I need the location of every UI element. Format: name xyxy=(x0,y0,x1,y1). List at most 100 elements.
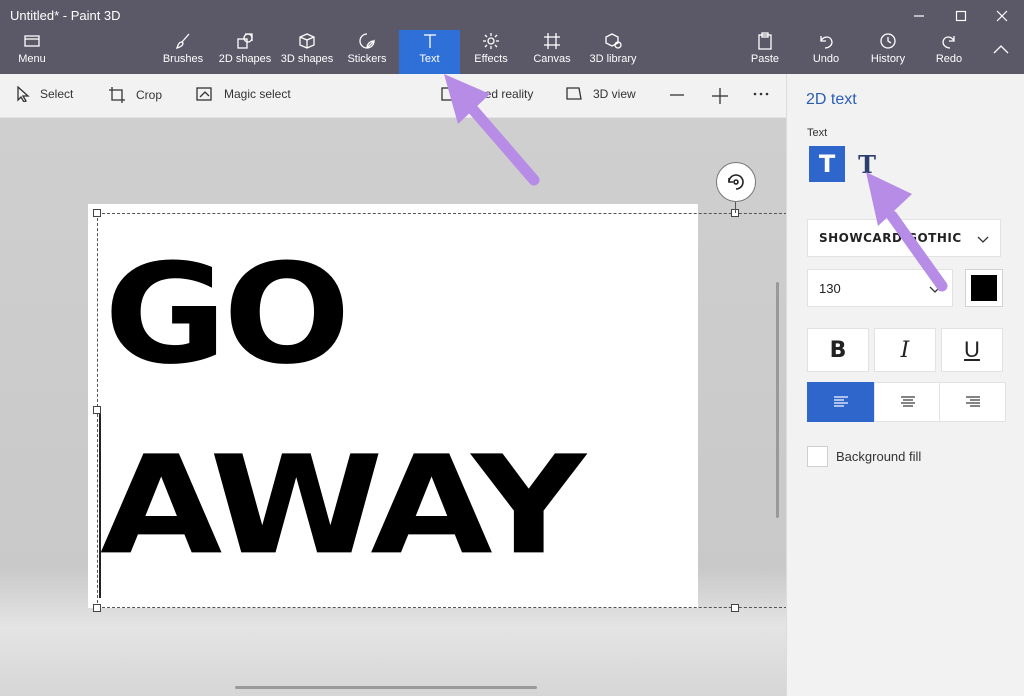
background-fill-checkbox[interactable] xyxy=(807,446,828,467)
collapse-ribbon-button[interactable] xyxy=(988,30,1014,74)
rotate-connector xyxy=(735,202,736,213)
mixed-reality-button[interactable]: Mixed reality xyxy=(440,86,533,102)
undo-icon xyxy=(820,36,833,49)
minus-icon xyxy=(670,94,684,96)
magic-select-label: Magic select xyxy=(224,87,291,101)
maximize-icon xyxy=(955,10,967,22)
underline-glyph: U xyxy=(964,337,980,362)
plus-icon xyxy=(712,88,728,104)
resize-handle-top-left[interactable] xyxy=(93,209,101,217)
align-left-icon xyxy=(833,396,848,407)
3d-view-label: 3D view xyxy=(593,87,636,101)
zoom-in-button[interactable] xyxy=(711,87,739,105)
3d-view-button[interactable]: 3D view xyxy=(565,86,636,102)
sun-icon xyxy=(483,33,499,49)
brush-icon xyxy=(175,33,190,50)
history-button[interactable]: History xyxy=(866,30,910,74)
tool-text[interactable]: Text xyxy=(399,30,460,74)
align-center-icon xyxy=(900,396,915,407)
magic-select-icon xyxy=(196,87,212,101)
tool-3d-library[interactable]: 3D library xyxy=(584,30,642,74)
select-button[interactable]: Select xyxy=(16,86,73,102)
chevron-up-icon xyxy=(993,45,1009,54)
font-dropdown[interactable]: SHOWCARD GOTHIC xyxy=(807,219,1001,257)
font-size-dropdown[interactable]: 130 xyxy=(807,269,953,307)
tool-effects[interactable]: Effects xyxy=(468,30,514,74)
resize-handle-left[interactable] xyxy=(93,406,101,414)
zoom-out-button[interactable] xyxy=(669,87,695,103)
canvas-icon xyxy=(544,33,560,49)
horizontal-scrollbar[interactable] xyxy=(235,686,537,689)
redo-button[interactable]: Redo xyxy=(930,30,968,74)
resize-handle-bottom-left[interactable] xyxy=(93,604,101,612)
action-label: Paste xyxy=(750,53,780,65)
crop-label: Crop xyxy=(136,88,163,102)
tool-label: Effects xyxy=(474,53,508,65)
crop-button[interactable]: Crop xyxy=(108,86,162,104)
magic-select-button[interactable]: Magic select xyxy=(196,86,291,102)
align-right-button[interactable] xyxy=(939,382,1006,422)
panel-title: 2D text xyxy=(806,91,857,108)
rotate-handle[interactable] xyxy=(716,162,756,202)
font-size-value: 130 xyxy=(819,280,841,296)
tool-2d-shapes[interactable]: 2D shapes xyxy=(217,30,273,74)
bold-glyph: B xyxy=(829,337,847,363)
plain-text-icon: T xyxy=(818,150,836,178)
2d-text-button[interactable]: T xyxy=(809,146,845,182)
paste-button[interactable]: Paste xyxy=(745,30,785,74)
2d-shapes-icon xyxy=(237,33,253,49)
3d-text-icon: T xyxy=(858,149,876,179)
library-icon xyxy=(605,33,622,49)
sticker-icon xyxy=(359,33,375,49)
3d-text-button[interactable]: T xyxy=(849,146,885,182)
chevron-down-icon xyxy=(977,236,989,243)
tool-label: Brushes xyxy=(162,53,204,65)
maximize-button[interactable] xyxy=(941,4,981,28)
align-center-button[interactable] xyxy=(874,382,941,422)
text-type-label: Text xyxy=(807,127,828,139)
mixed-reality-icon xyxy=(441,87,455,101)
redo-icon xyxy=(942,36,955,49)
tool-canvas[interactable]: Canvas xyxy=(530,30,574,74)
text-color-button[interactable] xyxy=(965,269,1003,307)
text-icon xyxy=(423,34,436,48)
resize-handle-bottom[interactable] xyxy=(731,604,739,612)
window-title: Untitled* - Paint 3D xyxy=(10,8,121,23)
italic-button[interactable]: I xyxy=(874,328,936,372)
align-left-button[interactable] xyxy=(807,382,874,422)
tool-label: 2D shapes xyxy=(218,53,272,65)
3d-view-icon xyxy=(566,87,582,100)
italic-glyph: I xyxy=(900,337,910,363)
menu-label: Menu xyxy=(18,53,46,65)
close-button[interactable] xyxy=(982,4,1022,28)
select-label: Select xyxy=(40,87,74,101)
text-properties-panel: 2D text Text T T SHOWCARD GOTHIC 130 B I… xyxy=(786,74,1024,696)
align-right-icon xyxy=(965,396,980,407)
tool-stickers[interactable]: Stickers xyxy=(344,30,390,74)
action-label: History xyxy=(870,53,906,65)
background-fill-option[interactable]: Background fill xyxy=(807,446,921,467)
crop-icon xyxy=(109,87,125,103)
more-options-button[interactable] xyxy=(752,85,780,103)
ribbon: Untitled* - Paint 3D Menu Brushes 2D sha… xyxy=(0,0,1024,74)
underline-button[interactable]: U xyxy=(941,328,1003,372)
tool-3d-shapes[interactable]: 3D shapes xyxy=(278,30,336,74)
tool-label: Stickers xyxy=(347,53,387,65)
tool-label: Canvas xyxy=(533,53,571,65)
tool-label: Text xyxy=(419,53,440,65)
rotate-icon xyxy=(728,174,744,190)
font-name: SHOWCARD GOTHIC xyxy=(819,231,962,245)
more-icon xyxy=(753,92,769,96)
background-fill-label: Background fill xyxy=(836,449,922,464)
cube-icon xyxy=(299,33,315,49)
undo-button[interactable]: Undo xyxy=(806,30,846,74)
minimize-button[interactable] xyxy=(899,4,939,28)
history-icon xyxy=(880,33,896,49)
cursor-icon xyxy=(17,86,30,102)
tool-brushes[interactable]: Brushes xyxy=(160,30,206,74)
chevron-down-icon xyxy=(929,286,941,293)
bold-button[interactable]: B xyxy=(807,328,869,372)
tool-label: 3D shapes xyxy=(280,53,334,65)
menu-button[interactable]: Menu xyxy=(10,30,54,74)
text-selection-box[interactable] xyxy=(97,213,797,608)
